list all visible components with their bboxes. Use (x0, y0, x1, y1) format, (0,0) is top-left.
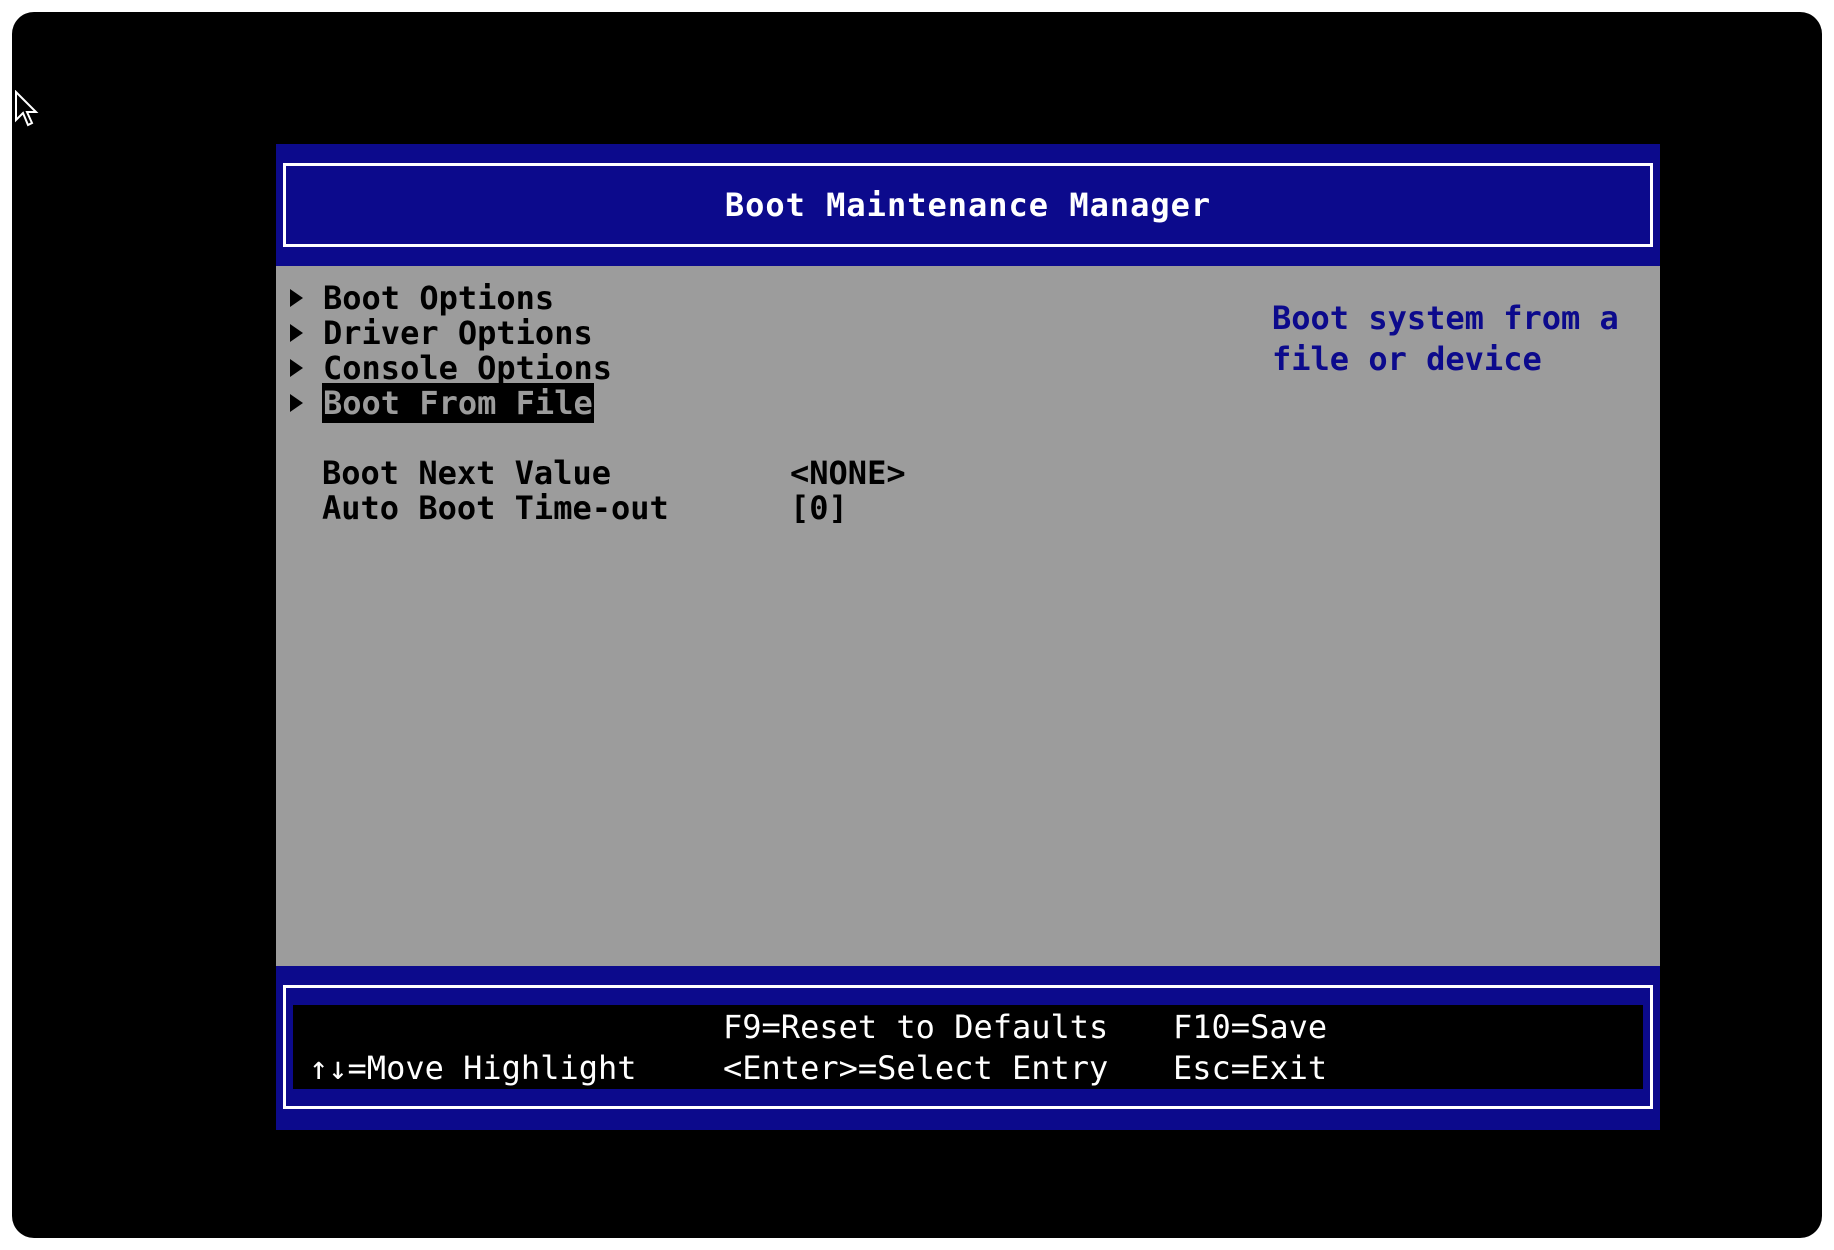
menu-item-label: Boot Options (323, 279, 555, 317)
menu-item-driver-options[interactable]: Driver Options (290, 313, 594, 353)
setting-auto-boot-timeout[interactable]: Auto Boot Time-out [0] (322, 488, 848, 528)
title-bar: Boot Maintenance Manager (276, 144, 1660, 266)
menu-item-label-selected: Boot From File (322, 383, 594, 423)
setting-value: [0] (790, 489, 848, 527)
setting-label: Boot Next Value (322, 454, 611, 492)
help-text: Boot system from a file or device (1272, 299, 1619, 378)
menu-item-label: Console Options (323, 349, 612, 387)
footer-bar: ↑↓=Move Highlight F9=Reset to Defaults <… (276, 966, 1660, 1130)
mouse-pointer-icon (15, 90, 39, 127)
key-help-panel: ↑↓=Move Highlight F9=Reset to Defaults <… (293, 1005, 1643, 1089)
key-hint-select: <Enter>=Select Entry (723, 1049, 1109, 1087)
menu-item-label: Driver Options (323, 314, 593, 352)
bios-setup-window: Boot Maintenance Manager Boot Options Dr… (276, 144, 1660, 1130)
key-hint-exit: Esc=Exit (1173, 1049, 1328, 1087)
triangle-right-icon (290, 289, 303, 307)
setting-boot-next-value[interactable]: Boot Next Value <NONE> (322, 453, 906, 493)
menu-item-boot-options[interactable]: Boot Options (290, 278, 555, 318)
key-hint-reset: F9=Reset to Defaults (723, 1008, 1109, 1046)
key-hint-save: F10=Save (1173, 1008, 1328, 1046)
vm-screen: Boot Maintenance Manager Boot Options Dr… (12, 12, 1822, 1238)
page-title: Boot Maintenance Manager (724, 186, 1212, 224)
main-panel: Boot Options Driver Options Console Opti… (276, 266, 1660, 966)
menu-item-boot-from-file[interactable]: Boot From File (290, 383, 594, 423)
footer-frame: ↑↓=Move Highlight F9=Reset to Defaults <… (283, 985, 1653, 1109)
setting-label: Auto Boot Time-out (322, 489, 669, 527)
key-hint-move: ↑↓=Move Highlight (309, 1049, 637, 1087)
triangle-right-icon (290, 324, 303, 342)
triangle-right-icon (290, 394, 303, 412)
menu-item-console-options[interactable]: Console Options (290, 348, 613, 388)
setting-value: <NONE> (790, 454, 906, 492)
title-frame: Boot Maintenance Manager (283, 163, 1653, 247)
triangle-right-icon (290, 359, 303, 377)
